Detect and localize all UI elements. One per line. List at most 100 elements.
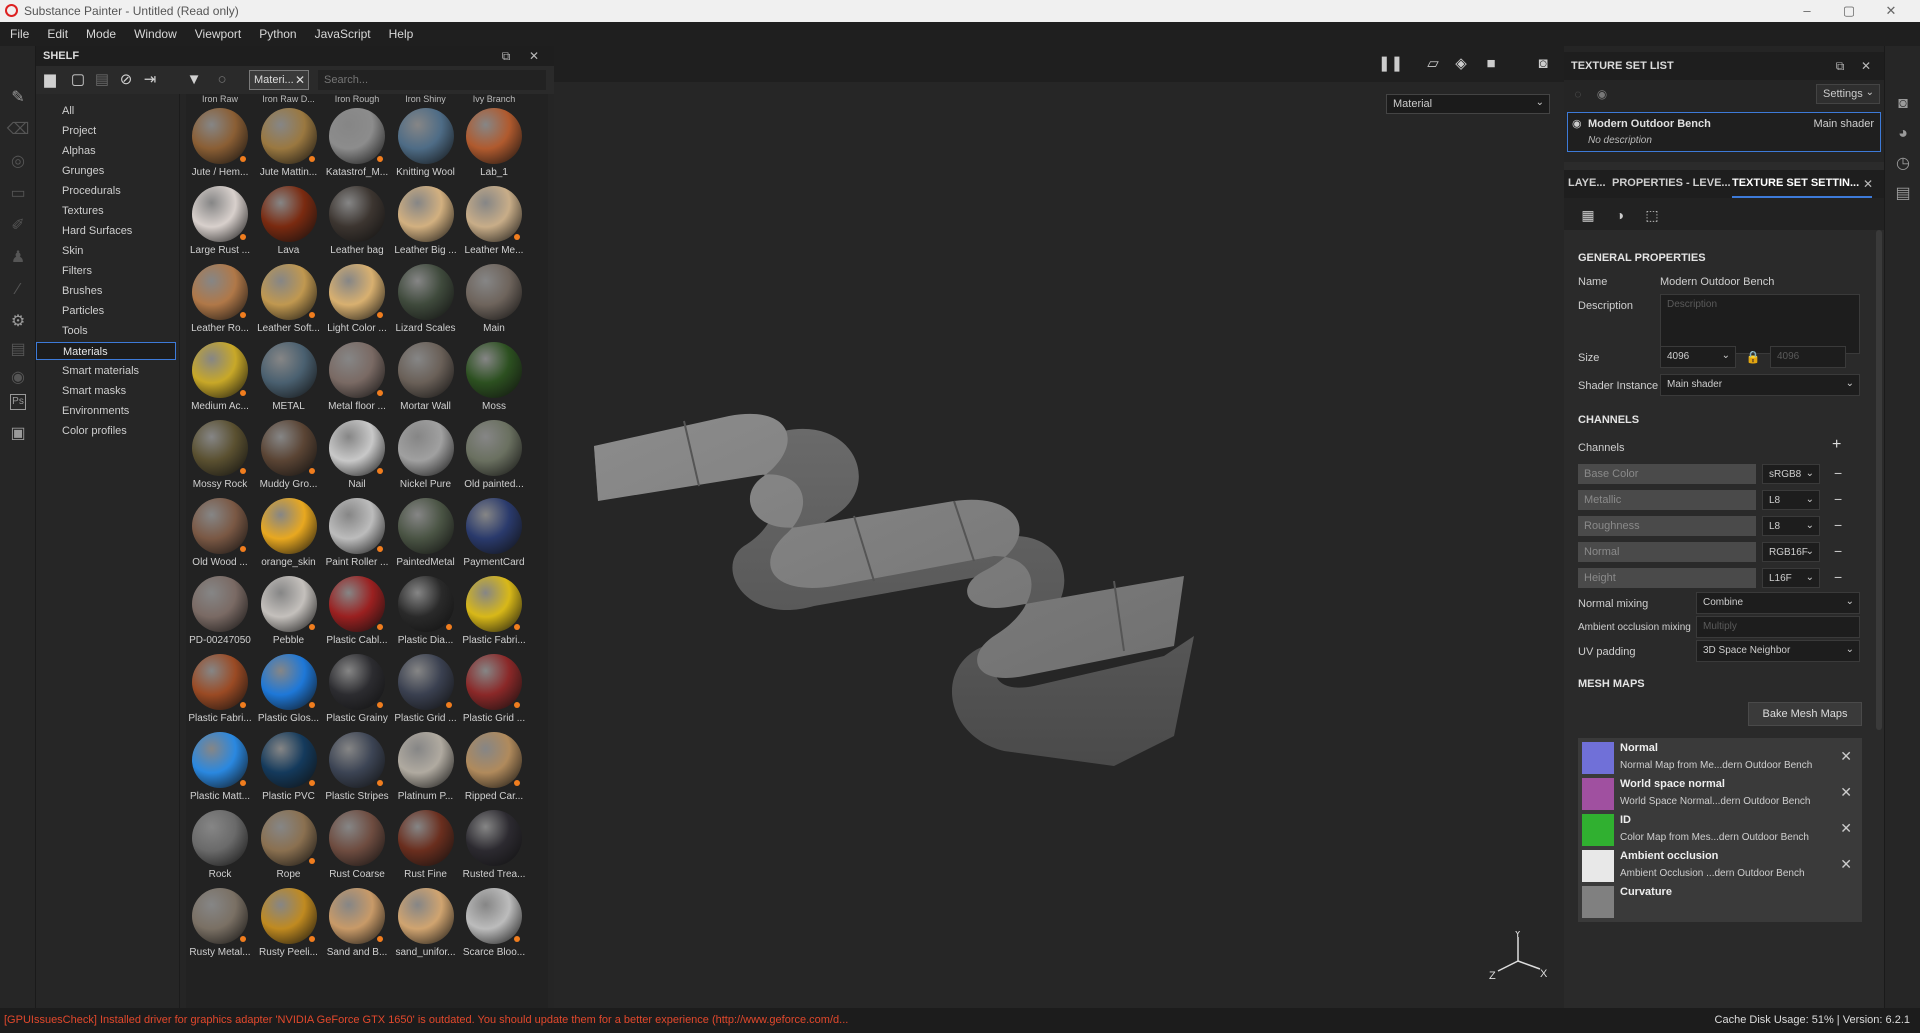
color-picker-icon[interactable]: ⁄ [6, 278, 30, 302]
material-thumbnail[interactable]: Plastic Grainy [323, 650, 391, 728]
lock-icon[interactable]: 🔒 [1742, 346, 1764, 368]
minimize-button[interactable]: – [1792, 2, 1822, 20]
menu-window[interactable]: Window [125, 22, 186, 46]
eye-icon[interactable]: ◉ [1594, 86, 1610, 102]
texture-set-row[interactable]: ◉ Modern Outdoor Bench Main shader No de… [1567, 112, 1881, 152]
shelf-category-smart-masks[interactable]: Smart masks [36, 382, 176, 400]
ao-mixing-field[interactable]: Multiply [1696, 616, 1860, 638]
viewport[interactable]: ❚❚ ▱ ◈ ■ ◙ Material ⌄ Y X Z [554, 46, 1564, 1008]
material-thumbnail[interactable]: Sand and B... [323, 884, 391, 962]
bench-3d-model[interactable] [554, 46, 1564, 1008]
channel-format-select[interactable]: sRGB8 ⌄ [1762, 464, 1820, 484]
filter-chip[interactable]: Materi... ✕ [249, 70, 309, 90]
material-thumbnail[interactable]: Plastic Glos... [255, 650, 323, 728]
material-thumbnail[interactable]: Rusted Trea... [460, 806, 528, 884]
screenshot-icon[interactable]: ▣ [6, 422, 30, 446]
material-thumbnail[interactable]: Rust Coarse [323, 806, 391, 884]
material-thumbnail[interactable]: Rock [186, 806, 254, 884]
material-thumbnail[interactable]: PaintedMetal [392, 494, 460, 572]
material-thumbnail[interactable]: PaymentCard [460, 494, 528, 572]
material-thumbnail[interactable]: Muddy Gro... [255, 416, 323, 494]
material-thumbnail[interactable]: Rust Fine [392, 806, 460, 884]
log-icon[interactable]: ▤ [1891, 182, 1915, 206]
channel-base-color[interactable]: Base Color [1578, 464, 1756, 484]
material-thumbnail[interactable]: Old painted... [460, 416, 528, 494]
material-thumbnail[interactable]: Main [460, 260, 528, 338]
shader-instance-select[interactable]: Main shader ⌄ [1660, 374, 1860, 396]
undock-icon[interactable]: ⧉ [498, 48, 514, 64]
material-thumbnail[interactable]: Leather Big ... [392, 182, 460, 260]
hide-icon[interactable]: ⊘ [116, 71, 136, 89]
remove-channel-icon[interactable]: − [1834, 491, 1848, 507]
menu-python[interactable]: Python [250, 22, 305, 46]
maximize-button[interactable]: ▢ [1834, 2, 1864, 20]
material-thumbnail[interactable]: Leather Ro... [186, 260, 254, 338]
material-thumbnail[interactable]: sand_unifor... [392, 884, 460, 962]
size-select[interactable]: 4096 ⌄ [1660, 346, 1736, 368]
shelf-category-textures[interactable]: Textures [36, 202, 176, 220]
mesh-map-row[interactable]: Ambient occlusion Ambient Occlusion ...de… [1578, 846, 1862, 886]
material-thumbnail[interactable]: Leather bag [323, 182, 391, 260]
shader-settings-icon[interactable]: ◕ [1891, 122, 1915, 146]
material-thumbnail[interactable]: Light Color ... [323, 260, 391, 338]
material-thumbnail[interactable]: Scarce Bloo... [460, 884, 528, 962]
material-thumbnail[interactable]: Metal floor ... [323, 338, 391, 416]
close-tab-icon[interactable]: ✕ [1860, 176, 1876, 192]
close-panel-icon[interactable]: ✕ [1858, 58, 1874, 74]
material-thumbnail[interactable]: Pebble [255, 572, 323, 650]
material-thumbnail[interactable]: Old Wood ... [186, 494, 254, 572]
delete-icon[interactable]: ▤ [92, 71, 112, 89]
material-thumbnail[interactable]: PD-00247050 [186, 572, 254, 650]
iray-icon[interactable]: ◉ [6, 366, 30, 390]
uv-padding-select[interactable]: 3D Space Neighbor ⌄ [1696, 640, 1860, 662]
smudge-icon[interactable]: ✐ [6, 214, 30, 238]
texture-set-settings-dropdown[interactable]: Settings ⌄ [1816, 84, 1880, 104]
mesh-map-row[interactable]: Curvature [1578, 882, 1862, 922]
material-thumbnail[interactable]: Plastic PVC [255, 728, 323, 806]
material-thumbnail[interactable]: Plastic Cabl... [323, 572, 391, 650]
material-thumbnail[interactable]: Knitting Wool [392, 104, 460, 182]
shelf-category-skin[interactable]: Skin [36, 242, 176, 260]
shelf-category-environments[interactable]: Environments [36, 402, 176, 420]
tab-properties[interactable]: PROPERTIES - LEVE... [1612, 177, 1731, 189]
shelf-category-all[interactable]: All [36, 102, 176, 120]
material-thumbnail[interactable]: Nickel Pure [392, 416, 460, 494]
channel-height[interactable]: Height [1578, 568, 1756, 588]
menu-mode[interactable]: Mode [77, 22, 125, 46]
material-thumbnail[interactable]: Ripped Car... [460, 728, 528, 806]
material-ball-icon[interactable]: ◑ [1610, 205, 1630, 225]
material-thumbnail[interactable]: Lava [255, 182, 323, 260]
remove-channel-icon[interactable]: − [1834, 569, 1848, 585]
material-thumbnail[interactable]: Katastrof_M... [323, 104, 391, 182]
shelf-category-alphas[interactable]: Alphas [36, 142, 176, 160]
tab-layers[interactable]: LAYE... [1568, 177, 1606, 189]
import-icon[interactable]: ⇥ [140, 71, 160, 89]
material-thumbnail[interactable]: Plastic Stripes [323, 728, 391, 806]
material-thumbnail[interactable]: Large Rust ... [186, 182, 254, 260]
remove-mesh-map-icon[interactable]: ✕ [1840, 784, 1852, 801]
menu-file[interactable]: File [0, 22, 38, 46]
status-message[interactable]: [GPUIssuesCheck] Installed driver for gr… [4, 1014, 848, 1026]
material-thumbnail[interactable]: Rusty Metal... [186, 884, 254, 962]
undock-icon[interactable]: ⧉ [1832, 58, 1848, 74]
material-thumbnail[interactable]: Plastic Fabri... [186, 650, 254, 728]
material-thumbnail[interactable]: Mossy Rock [186, 416, 254, 494]
material-thumbnail[interactable]: Plastic Dia... [392, 572, 460, 650]
bake-mesh-maps-button[interactable]: Bake Mesh Maps [1748, 702, 1862, 726]
material-thumbnail[interactable]: Plastic Matt... [186, 728, 254, 806]
shelf-category-materials[interactable]: Materials [36, 342, 176, 360]
geometry-mask-icon[interactable]: ▭ [6, 182, 30, 206]
history-icon[interactable]: ◷ [1891, 152, 1915, 176]
channel-roughness[interactable]: Roughness [1578, 516, 1756, 536]
add-channel-icon[interactable]: + [1832, 436, 1841, 454]
material-thumbnail[interactable]: Lab_1 [460, 104, 528, 182]
mesh-map-row[interactable]: Normal Normal Map from Me...dern Outdoor … [1578, 738, 1862, 778]
mesh-map-row[interactable]: World space normal World Space Normal...d… [1578, 774, 1862, 814]
export-icon[interactable]: ▦ [1578, 205, 1598, 225]
remove-channel-icon[interactable]: − [1834, 517, 1848, 533]
bake-icon[interactable]: ▤ [6, 338, 30, 362]
settings-gear-icon[interactable]: ⚙ [6, 310, 30, 334]
shelf-search-input[interactable] [318, 70, 546, 90]
shelf-category-grunges[interactable]: Grunges [36, 162, 176, 180]
material-thumbnail[interactable]: Mortar Wall [392, 338, 460, 416]
